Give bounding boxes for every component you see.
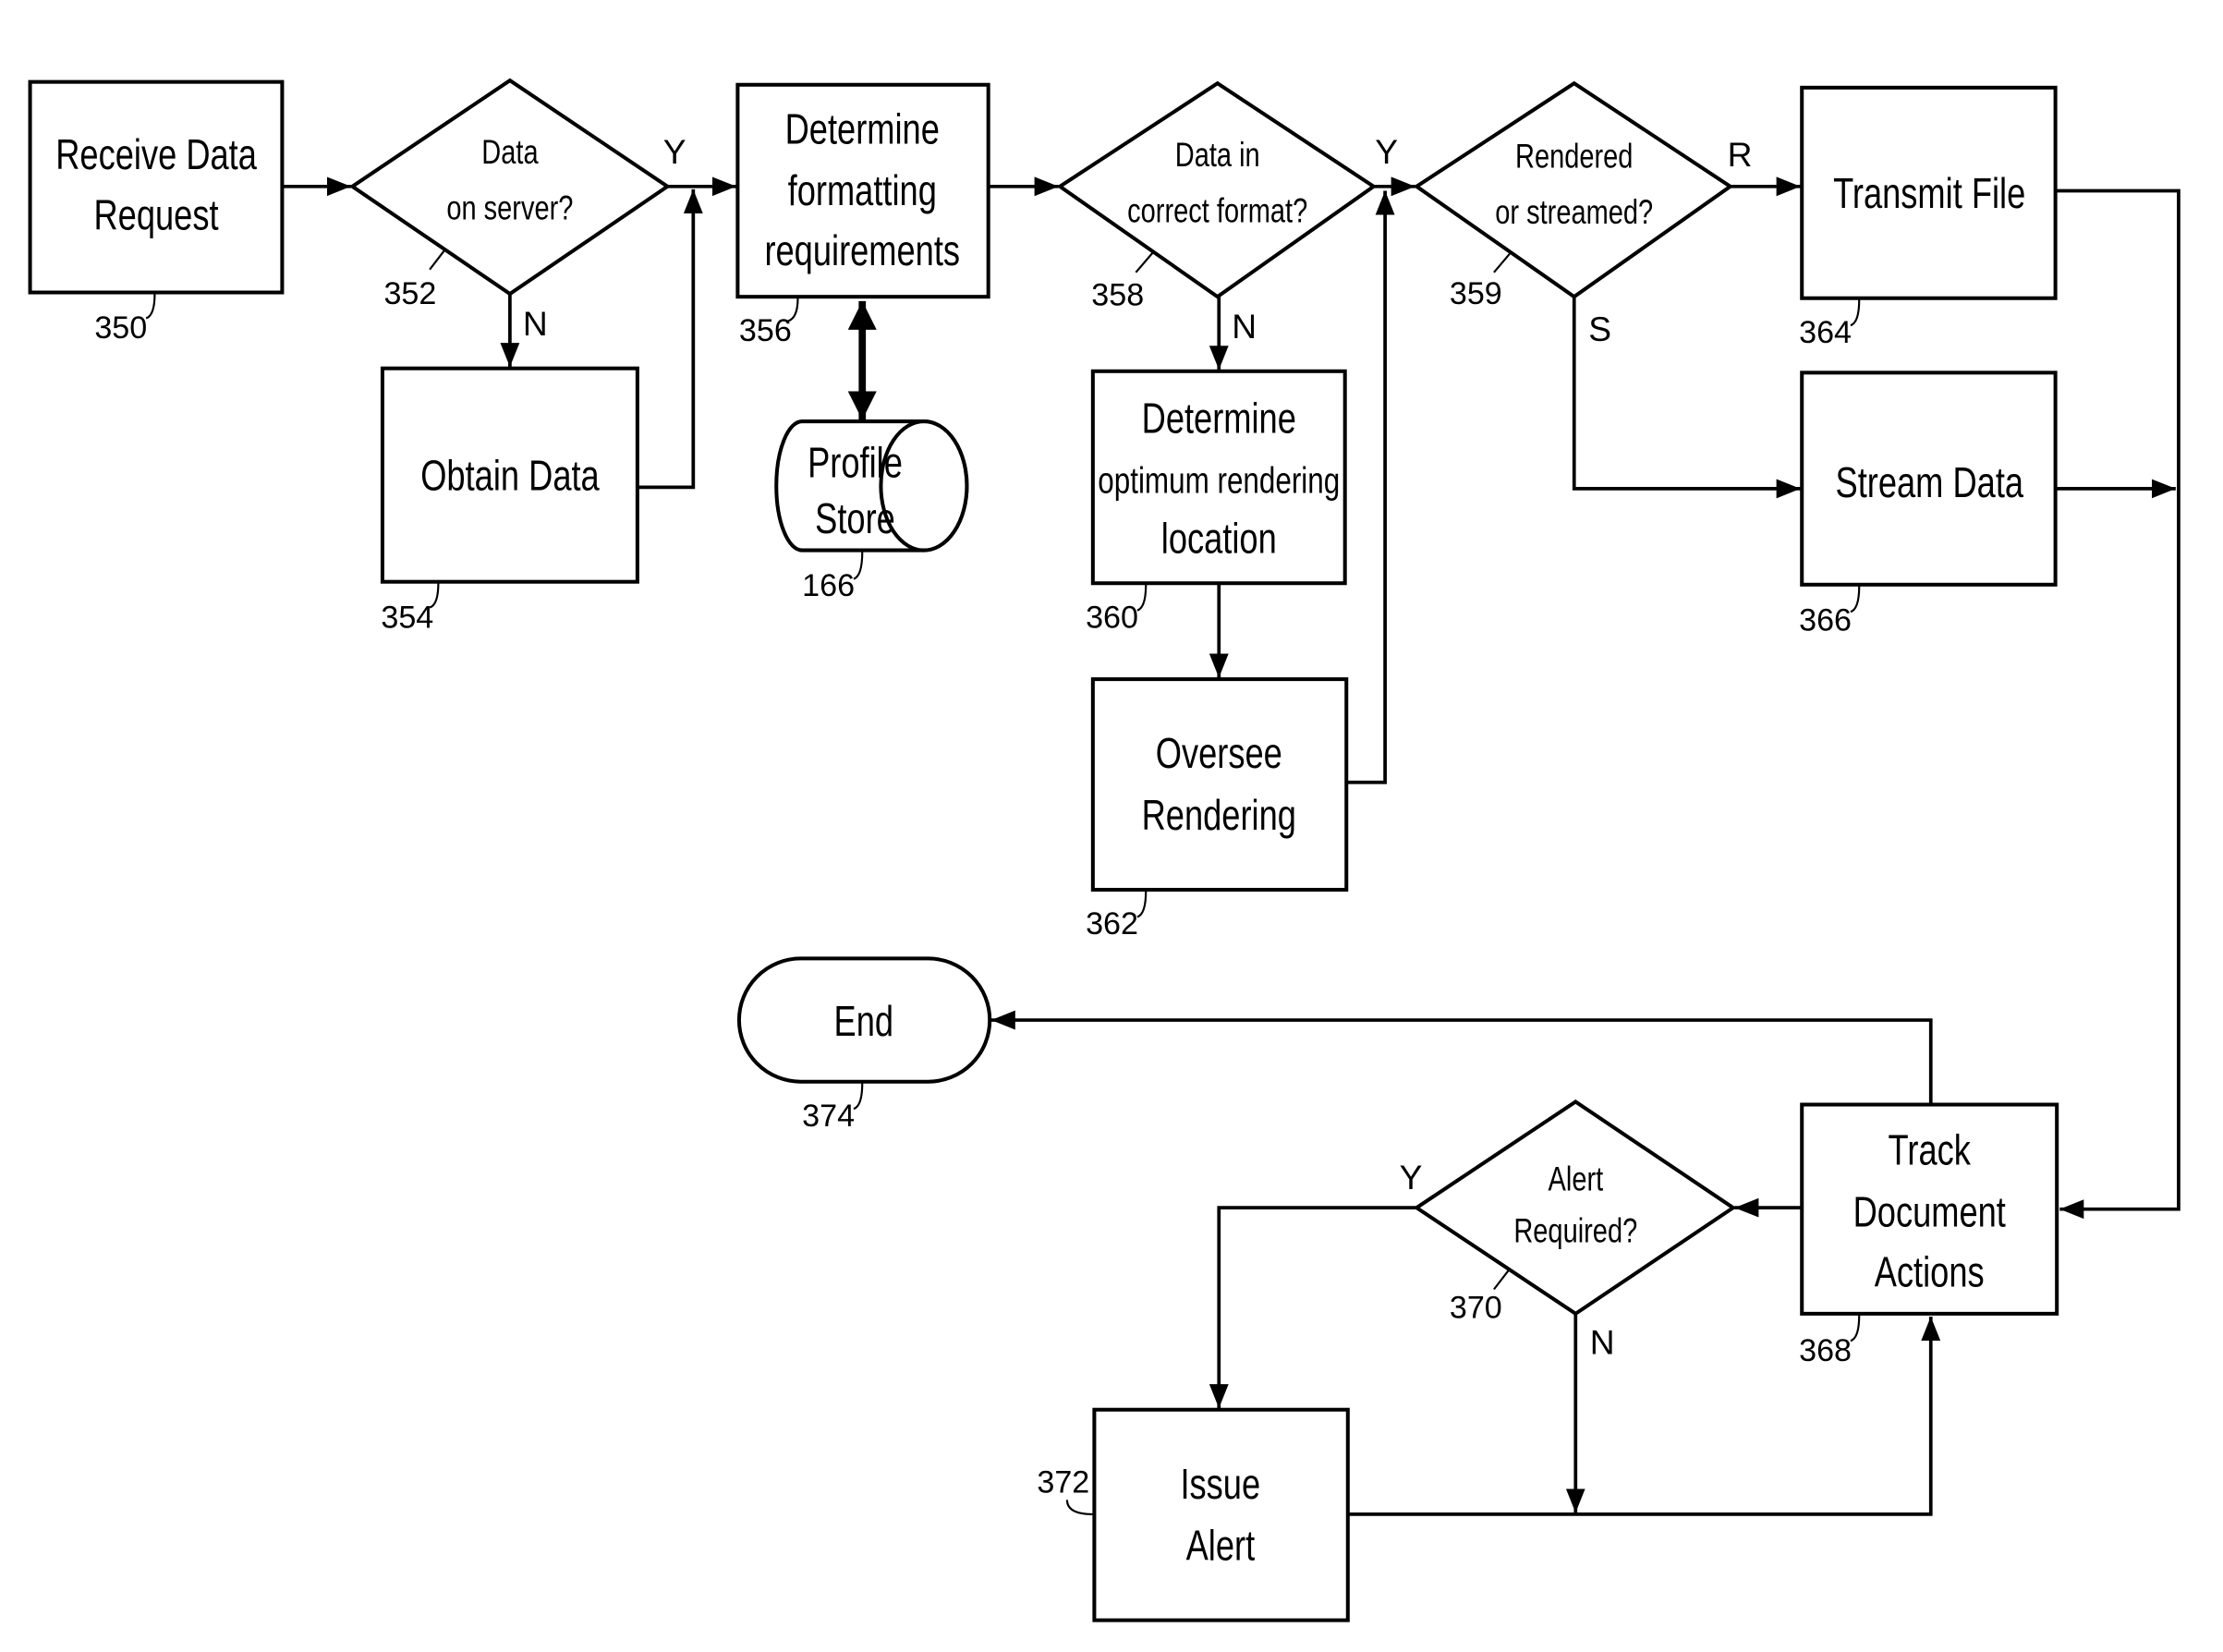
ref-362: 362 bbox=[1086, 906, 1138, 941]
edge-label-370-yes: Y bbox=[1400, 1158, 1423, 1196]
node-label: Document bbox=[1853, 1187, 2007, 1235]
ref-370: 370 bbox=[1450, 1291, 1502, 1326]
node-label: Stream Data bbox=[1836, 458, 2024, 506]
flowchart: Receive Data Request Data on server? Obt… bbox=[28, 78, 2180, 1622]
node-label: correct format? bbox=[1127, 192, 1307, 230]
decision-data-in-correct-format[interactable]: Data in correct format? bbox=[1056, 80, 1378, 299]
terminator-end[interactable]: End bbox=[736, 956, 992, 1084]
node-label: optimum rendering bbox=[1098, 459, 1340, 502]
node-label: Issue bbox=[1180, 1459, 1260, 1507]
ref-356: 356 bbox=[739, 313, 792, 348]
node-label: Determine bbox=[785, 104, 940, 152]
node-label: Profile bbox=[808, 438, 903, 486]
ref-368: 368 bbox=[1799, 1333, 1852, 1368]
node-label: Rendering bbox=[1142, 791, 1296, 839]
ref-366: 366 bbox=[1799, 602, 1852, 638]
ref-372: 372 bbox=[1037, 1465, 1089, 1500]
ref-350: 350 bbox=[94, 310, 147, 346]
node-obtain-data[interactable]: Obtain Data bbox=[380, 366, 639, 584]
edge-label-358-no: N bbox=[1232, 307, 1257, 346]
node-oversee-rendering[interactable]: Oversee Rendering bbox=[1090, 677, 1349, 893]
ref-374: 374 bbox=[802, 1099, 855, 1134]
ref-364: 364 bbox=[1799, 315, 1852, 350]
node-label: requirements bbox=[764, 226, 960, 274]
decision-alert-required[interactable]: Alert Required? bbox=[1413, 1099, 1737, 1317]
node-label: Request bbox=[93, 190, 218, 238]
node-label: location bbox=[1161, 514, 1277, 562]
node-transmit-file[interactable]: Transmit File bbox=[1800, 85, 2058, 300]
ref-352: 352 bbox=[383, 276, 436, 311]
node-label: Track bbox=[1889, 1125, 1971, 1173]
node-label: formatting bbox=[788, 166, 937, 214]
edge-label-359-r: R bbox=[1728, 135, 1753, 174]
node-issue-alert[interactable]: Issue Alert bbox=[1092, 1407, 1350, 1622]
node-label: Required? bbox=[1513, 1212, 1637, 1250]
decision-rendered-or-streamed[interactable]: Rendered or streamed? bbox=[1413, 80, 1734, 299]
node-label: Data in bbox=[1175, 137, 1260, 175]
edge-362-359 bbox=[1346, 190, 1395, 784]
node-stream-data[interactable]: Stream Data bbox=[1800, 370, 2058, 587]
node-determine-formatting-requirements[interactable]: Determine formatting requirements bbox=[735, 82, 990, 299]
ref-359: 359 bbox=[1450, 276, 1502, 311]
ref-360: 360 bbox=[1086, 600, 1138, 635]
decision-data-on-server[interactable]: Data on server? bbox=[348, 78, 672, 297]
node-label: on server? bbox=[446, 189, 573, 227]
node-label: Oversee bbox=[1156, 729, 1282, 777]
edge-354-356 bbox=[637, 188, 703, 490]
node-label: End bbox=[834, 997, 894, 1045]
edge-364-368 bbox=[2057, 188, 2180, 1220]
node-label: Alert bbox=[1186, 1521, 1256, 1569]
ref-358: 358 bbox=[1091, 277, 1144, 312]
edge-label-352-yes: Y bbox=[663, 132, 686, 171]
node-label: Transmit File bbox=[1833, 169, 2025, 217]
edge-370-372 bbox=[1209, 1206, 1417, 1409]
node-label: Obtain Data bbox=[420, 451, 600, 499]
edge-label-358-yes: Y bbox=[1375, 132, 1398, 171]
node-label: Receive Data bbox=[55, 130, 257, 178]
edge-368-374 bbox=[990, 1010, 1933, 1103]
node-label: Determine bbox=[1142, 394, 1296, 442]
ref-166: 166 bbox=[802, 568, 855, 603]
node-label: Alert bbox=[1549, 1160, 1604, 1198]
ref-354: 354 bbox=[381, 600, 433, 635]
edge-label-352-no: N bbox=[523, 304, 548, 343]
node-label: Data bbox=[481, 134, 539, 172]
node-label: Rendered bbox=[1515, 138, 1633, 176]
node-label: Store bbox=[815, 494, 895, 542]
node-receive-data-request[interactable]: Receive Data Request bbox=[28, 79, 285, 295]
node-track-document-actions[interactable]: Track Document Actions bbox=[1800, 1102, 2059, 1316]
node-label: or streamed? bbox=[1495, 194, 1653, 232]
node-label: Actions bbox=[1875, 1247, 1985, 1295]
datastore-profile-store[interactable]: Profile Store bbox=[774, 419, 969, 553]
node-determine-optimum-rendering-location[interactable]: Determine optimum rendering location bbox=[1090, 369, 1347, 586]
edge-label-359-s: S bbox=[1588, 310, 1611, 348]
edge-label-370-no: N bbox=[1590, 1322, 1615, 1361]
